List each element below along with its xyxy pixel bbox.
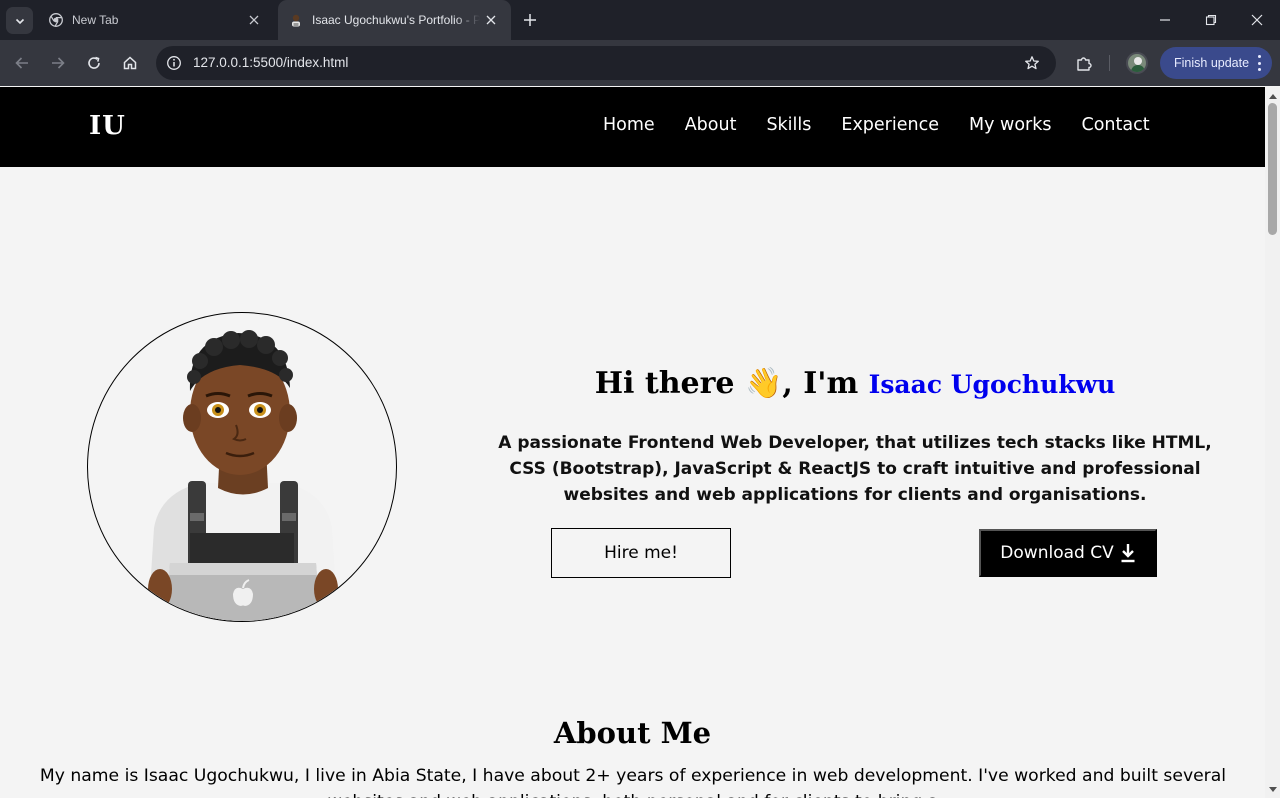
finish-update-button[interactable]: Finish update bbox=[1160, 47, 1272, 79]
kebab-menu-icon[interactable] bbox=[1256, 55, 1262, 71]
restore-button[interactable] bbox=[1199, 8, 1223, 32]
nav-link-experience[interactable]: Experience bbox=[841, 115, 939, 135]
home-button[interactable] bbox=[118, 51, 142, 75]
scroll-down-icon[interactable] bbox=[1268, 785, 1277, 794]
reload-icon bbox=[88, 56, 100, 69]
nav-link-skills[interactable]: Skills bbox=[766, 115, 811, 135]
about-text: My name is Isaac Ugochukwu, I live in Ab… bbox=[39, 766, 1227, 798]
download-cv-button[interactable]: Download CV bbox=[979, 529, 1157, 577]
finish-update-label: Finish update bbox=[1174, 56, 1250, 70]
toolbar-divider bbox=[1109, 55, 1110, 71]
url-text[interactable]: 127.0.0.1:5500/index.html bbox=[193, 55, 348, 70]
back-arrow-icon bbox=[15, 57, 28, 69]
hero-heading: Hi there 👋, I'm Isaac Ugochukwu bbox=[465, 366, 1245, 401]
download-cv-label: Download CV bbox=[1000, 543, 1114, 563]
home-icon bbox=[123, 56, 137, 70]
star-icon[interactable] bbox=[1022, 53, 1042, 73]
tab-title: New Tab bbox=[72, 13, 119, 27]
restore-icon bbox=[1205, 14, 1217, 26]
close-icon[interactable] bbox=[483, 12, 499, 28]
nav-link-home[interactable]: Home bbox=[603, 115, 655, 135]
page-viewport: IU Home About Skills Experience My works… bbox=[0, 87, 1265, 798]
chevron-down-icon bbox=[15, 18, 24, 24]
wave-emoji-icon: 👋 bbox=[744, 366, 783, 401]
chrome-icon bbox=[49, 13, 63, 27]
profile-avatar[interactable] bbox=[1126, 52, 1148, 74]
tab-title: Isaac Ugochukwu's Portfolio - Portfolio bbox=[312, 13, 480, 27]
minimize-icon bbox=[1160, 19, 1170, 21]
forward-arrow-icon bbox=[52, 57, 65, 69]
nav-link-my-works[interactable]: My works bbox=[969, 115, 1051, 135]
extensions-button[interactable] bbox=[1072, 51, 1096, 75]
hero-im: , I'm bbox=[782, 366, 859, 401]
tab-search-button[interactable] bbox=[6, 7, 33, 34]
hero-description: A passionate Frontend Web Developer, tha… bbox=[498, 433, 1212, 505]
profile-avatar-image bbox=[87, 312, 397, 622]
close-icon bbox=[1251, 14, 1263, 26]
site-info-icon[interactable] bbox=[164, 53, 184, 73]
extensions-icon bbox=[1077, 57, 1092, 71]
forward-button[interactable] bbox=[46, 51, 70, 75]
close-window-button[interactable] bbox=[1245, 8, 1269, 32]
address-bar[interactable]: 127.0.0.1:5500/index.html bbox=[156, 46, 1056, 80]
avatar-favicon-icon bbox=[292, 14, 300, 27]
reload-button[interactable] bbox=[82, 51, 106, 75]
download-icon bbox=[1121, 544, 1135, 563]
nav-link-contact[interactable]: Contact bbox=[1081, 115, 1149, 135]
site-logo[interactable]: IU bbox=[89, 111, 126, 141]
hire-me-button[interactable]: Hire me! bbox=[551, 528, 731, 578]
minimize-button[interactable] bbox=[1153, 8, 1177, 32]
new-tab-button[interactable] bbox=[518, 8, 542, 32]
plus-icon bbox=[524, 14, 536, 26]
nav-links: Home About Skills Experience My works Co… bbox=[603, 115, 1180, 135]
tab-new-tab[interactable]: New Tab bbox=[38, 0, 274, 40]
tab-portfolio[interactable]: Isaac Ugochukwu's Portfolio - Portfolio bbox=[278, 0, 511, 40]
page-scrollbar[interactable] bbox=[1265, 87, 1280, 798]
browser-toolbar: 127.0.0.1:5500/index.html Finish update bbox=[0, 40, 1280, 86]
site-navbar: IU Home About Skills Experience My works… bbox=[0, 87, 1265, 167]
scrollbar-thumb[interactable] bbox=[1268, 103, 1277, 235]
tab-strip: New Tab Isaac Ugochukwu's Portfolio - Po… bbox=[0, 0, 1280, 40]
back-button[interactable] bbox=[10, 51, 34, 75]
about-heading: About Me bbox=[553, 716, 712, 750]
nav-link-about[interactable]: About bbox=[685, 115, 737, 135]
hero-greeting: Hi there bbox=[594, 366, 735, 401]
close-icon[interactable] bbox=[246, 12, 262, 28]
hero-name: Isaac Ugochukwu bbox=[868, 370, 1116, 399]
scroll-up-icon[interactable] bbox=[1268, 91, 1277, 100]
